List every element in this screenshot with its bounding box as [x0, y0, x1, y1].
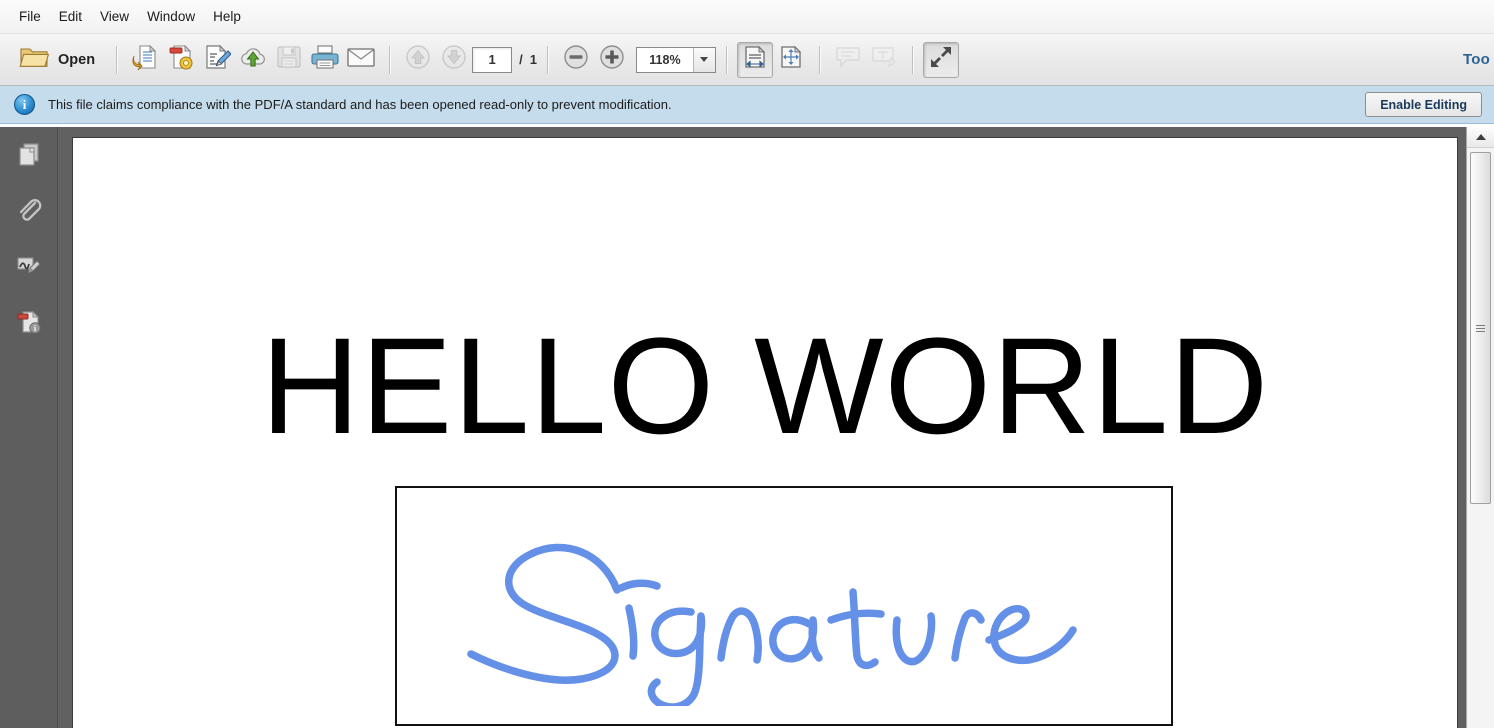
toolbar-separator — [546, 45, 548, 74]
toolbar-separator — [818, 45, 820, 74]
sidebar-item-signatures[interactable] — [10, 251, 48, 285]
save-icon — [276, 44, 302, 75]
fit-page-icon — [778, 44, 804, 75]
info-icon: i — [14, 94, 35, 115]
fit-page-button[interactable] — [773, 42, 809, 78]
vertical-scrollbar[interactable] — [1466, 127, 1494, 728]
arrow-up-circle-icon — [405, 44, 431, 75]
menu-file[interactable]: File — [10, 6, 50, 27]
previous-page-button[interactable] — [400, 42, 436, 78]
zoom-in-icon — [599, 44, 625, 75]
next-page-button[interactable] — [436, 42, 472, 78]
menu-bar: File Edit View Window Help — [0, 0, 1494, 34]
scrollbar-track[interactable] — [1467, 148, 1494, 728]
page-count: 1 — [529, 52, 537, 67]
zoom-value[interactable]: 118% — [637, 48, 693, 72]
fit-width-button[interactable] — [736, 41, 773, 78]
main-toolbar: Open 1 / 1 118% Too — [0, 34, 1494, 86]
cloud-upload-icon — [238, 43, 268, 76]
zoom-out-button[interactable] — [558, 42, 594, 78]
menu-edit[interactable]: Edit — [50, 6, 91, 27]
document-work-area: i HELLO WORLD — [0, 127, 1494, 728]
menu-window[interactable]: Window — [138, 6, 204, 27]
sidebar-item-page-thumbnails[interactable] — [10, 139, 48, 173]
text-comment-icon — [870, 44, 898, 75]
zoom-group: 118% — [558, 42, 716, 78]
convert-pdf-button[interactable] — [127, 42, 163, 78]
open-button-label: Open — [58, 51, 96, 68]
sidebar-document-properties-icon: i — [16, 309, 42, 340]
print-button[interactable] — [307, 42, 343, 78]
zoom-in-button[interactable] — [594, 42, 630, 78]
page-navigation-group: 1 / 1 — [400, 42, 537, 78]
sidebar-page-thumbnails-icon — [17, 142, 41, 171]
comment-button[interactable] — [830, 42, 866, 78]
text-comment-button[interactable] — [866, 42, 902, 78]
zoom-out-icon — [563, 44, 589, 75]
enable-editing-button[interactable]: Enable Editing — [1365, 92, 1482, 117]
signature-field[interactable] — [395, 486, 1173, 726]
toolbar-separator — [725, 45, 727, 74]
sidebar-signatures-icon — [16, 254, 42, 283]
arrow-down-circle-icon — [441, 44, 467, 75]
toolbar-file-actions — [127, 42, 379, 78]
sidebar-item-document-properties[interactable]: i — [10, 307, 48, 341]
folder-open-icon — [19, 44, 50, 75]
zoom-combobox[interactable]: 118% — [635, 46, 716, 73]
open-button[interactable]: Open — [12, 39, 106, 80]
pdfa-notification-bar: i This file claims compliance with the P… — [0, 86, 1494, 124]
print-icon — [310, 43, 340, 76]
toolbar-separator — [389, 45, 391, 74]
scrollbar-thumb[interactable] — [1470, 152, 1491, 504]
fit-group — [736, 41, 809, 78]
edit-pdf-button[interactable] — [199, 42, 235, 78]
signature-ink — [467, 543, 1077, 706]
scroll-up-arrow-icon — [1475, 134, 1486, 140]
notification-message: This file claims compliance with the PDF… — [48, 97, 672, 112]
tools-tab-label[interactable]: Too — [1463, 51, 1490, 68]
sidebar-item-attachments[interactable] — [10, 195, 48, 229]
convert-pdf-icon — [131, 43, 159, 76]
toolbar-separator — [911, 45, 913, 74]
cloud-upload-button[interactable] — [235, 42, 271, 78]
zoom-dropdown-button[interactable] — [692, 47, 715, 72]
scroll-thumb-grip-icon — [1476, 323, 1485, 334]
toolbar-separator — [116, 45, 118, 74]
menu-help[interactable]: Help — [204, 6, 250, 27]
create-pdf-button[interactable] — [163, 42, 199, 78]
menu-view[interactable]: View — [91, 6, 138, 27]
create-pdf-icon — [167, 43, 195, 76]
email-button[interactable] — [343, 42, 379, 78]
fit-width-icon — [742, 44, 768, 75]
comment-group — [830, 42, 902, 78]
page-number-input[interactable]: 1 — [472, 46, 513, 73]
fullscreen-button[interactable] — [922, 41, 959, 78]
email-icon — [346, 45, 376, 74]
sidebar-attachments-icon — [16, 197, 42, 228]
fullscreen-icon — [929, 45, 953, 74]
comment-icon — [834, 44, 862, 75]
page-heading: HELLO WORLD — [260, 310, 1270, 463]
save-button[interactable] — [271, 42, 307, 78]
pdf-page: HELLO WORLD — [72, 137, 1458, 728]
edit-pdf-icon — [203, 43, 232, 76]
scroll-up-button[interactable] — [1467, 127, 1494, 148]
page-separator: / — [519, 52, 523, 67]
navigation-pane: i — [0, 127, 58, 728]
pdf-page-viewport[interactable]: HELLO WORLD — [58, 127, 1466, 728]
chevron-down-icon — [700, 57, 709, 62]
